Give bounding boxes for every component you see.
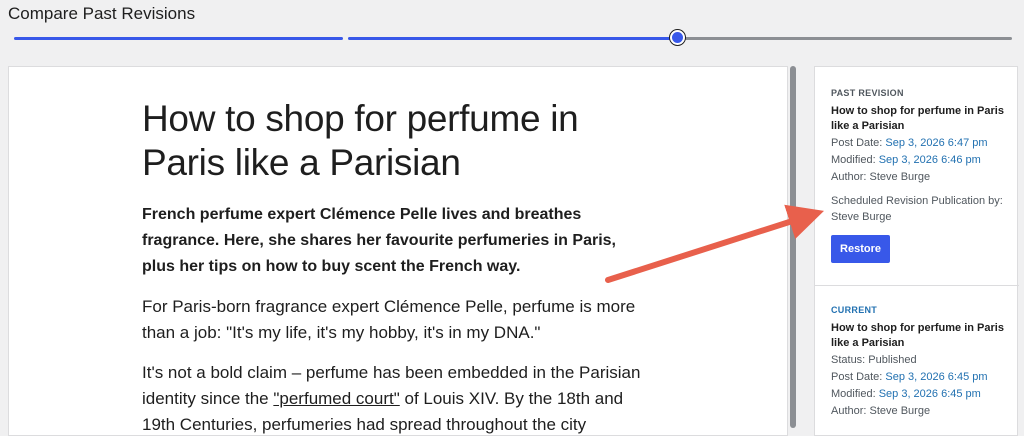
content-scrollbar[interactable] <box>788 66 798 436</box>
timeline-segment[interactable] <box>348 37 677 40</box>
revision-content-panel: How to shop for perfume in Paris like a … <box>8 66 788 436</box>
modified-link[interactable]: Sep 3, 2026 6:46 pm <box>879 154 981 166</box>
post-date-link[interactable]: Sep 3, 2026 6:45 pm <box>885 371 987 383</box>
article-paragraph: It's not a bold claim – perfume has been… <box>142 360 652 435</box>
current-modified: Modified: Sep 3, 2026 6:45 pm <box>831 386 1017 402</box>
past-revision-author: Author: Steve Burge <box>831 171 931 183</box>
current-title: How to shop for perfume in Paris like a … <box>831 322 1004 349</box>
page-title: Compare Past Revisions <box>8 4 196 23</box>
article-lead: French perfume expert Clémence Pelle liv… <box>142 206 616 275</box>
past-revision-modified: Modified: Sep 3, 2026 6:46 pm <box>831 152 1017 168</box>
past-revision-label: PAST REVISION <box>831 88 904 98</box>
article: How to shop for perfume in Paris like a … <box>142 97 652 435</box>
post-date-label: Post Date: <box>831 137 886 149</box>
modified-link[interactable]: Sep 3, 2026 6:45 pm <box>879 388 981 400</box>
timeline-handle[interactable] <box>672 32 683 43</box>
perfumed-court-link[interactable]: "perfumed court" <box>273 389 399 408</box>
modified-label: Modified: <box>831 154 879 166</box>
revision-sidebar: PAST REVISION How to shop for perfume in… <box>814 66 1019 436</box>
post-date-label: Post Date: <box>831 371 886 383</box>
past-revision-title: How to shop for perfume in Paris like a … <box>831 105 1004 132</box>
revision-timeline-slider[interactable] <box>14 31 1012 47</box>
article-title: How to shop for perfume in Paris like a … <box>142 98 579 183</box>
current-post-date: Post Date: Sep 3, 2026 6:45 pm <box>831 369 1017 385</box>
current-revision: CURRENT How to shop for perfume in Paris… <box>831 302 1017 419</box>
timeline-track-remaining[interactable] <box>679 37 1012 40</box>
restore-button[interactable]: Restore <box>831 235 890 263</box>
sidebar-divider <box>815 285 1019 286</box>
post-date-link[interactable]: Sep 3, 2026 6:47 pm <box>885 137 987 149</box>
scheduled-revision-note: Scheduled Revision Publication by: Steve… <box>831 195 1003 223</box>
current-label: CURRENT <box>831 305 878 315</box>
scrollbar-thumb[interactable] <box>790 66 796 428</box>
modified-label: Modified: <box>831 388 879 400</box>
article-paragraph: For Paris-born fragrance expert Clémence… <box>142 297 636 342</box>
past-revision-post-date: Post Date: Sep 3, 2026 6:47 pm <box>831 135 1017 151</box>
current-status: Status: Published <box>831 354 917 366</box>
timeline-segment[interactable] <box>14 37 343 40</box>
current-author: Author: Steve Burge <box>831 405 931 417</box>
